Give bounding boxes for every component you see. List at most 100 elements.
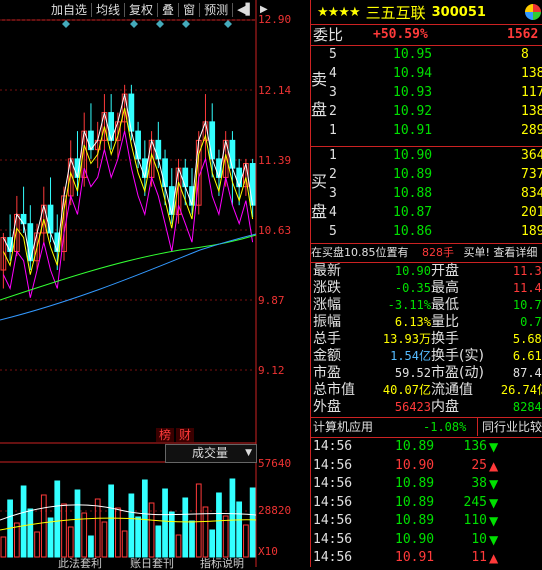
- candle-body: [20, 213, 27, 225]
- quote-value: 0.78: [520, 315, 542, 329]
- finance-tag[interactable]: 财: [176, 428, 195, 442]
- quote-value: 26.74亿: [500, 383, 542, 397]
- level-index: 3: [329, 85, 337, 100]
- tick-volume: 110: [463, 513, 487, 528]
- volume-bar: [162, 488, 168, 558]
- buy-level-row[interactable]: 5 10.86 189: [311, 223, 542, 241]
- volume-bar: [0, 536, 7, 558]
- adjust-button[interactable]: 复权: [126, 0, 156, 20]
- tick-row: 14:56 10.90 25 ▲: [311, 457, 542, 475]
- arrow-down-icon: ▼: [489, 440, 499, 454]
- divider: [124, 3, 126, 17]
- buy-level-row[interactable]: 3 10.88 834: [311, 185, 542, 203]
- bottom-tab[interactable]: 指标说明: [200, 558, 244, 569]
- quote-value: 11.40: [512, 281, 542, 295]
- tick-volume: 11: [471, 550, 487, 565]
- notice-link[interactable]: 买单! 查看详细: [464, 246, 538, 259]
- ma-button[interactable]: 均线: [93, 0, 123, 20]
- moving-average-line: [0, 233, 257, 321]
- level-price: 10.92: [393, 104, 433, 119]
- volume-bar: [20, 485, 27, 558]
- tick-row: 14:56 10.91 11 ▲: [311, 549, 542, 567]
- buy-level-row[interactable]: 2 10.89 737: [311, 166, 542, 184]
- tick-time: 14:56: [313, 494, 353, 510]
- buy-level-row[interactable]: 4 10.87 201: [311, 204, 542, 222]
- moving-average-line: [2, 93, 254, 261]
- candle-body: [47, 204, 54, 234]
- sell-level-row[interactable]: 1 10.91 289: [311, 122, 542, 140]
- tick-price: 10.89: [395, 439, 435, 454]
- price-axis-label: 9.87: [258, 294, 285, 307]
- tick-volume: 245: [463, 494, 487, 510]
- big-order-notice[interactable]: 在买盘10.85位置有 828手 买单! 查看详细: [311, 244, 537, 262]
- level-price: 10.91: [393, 123, 433, 138]
- sector-name: 计算机应用: [313, 420, 374, 434]
- stock-header: ★★★★ 三五互联 300051: [311, 0, 542, 25]
- tick-time: 14:56: [313, 439, 353, 454]
- quote-panel: ★★★★ 三五互联 300051 委比 +50.59% 1562 5 10.95 8…: [310, 0, 542, 567]
- arrow-down-icon: ▼: [489, 495, 499, 510]
- volume-bar: [135, 516, 141, 558]
- sell-level-row[interactable]: 2 10.92 138: [311, 103, 542, 121]
- sector-change: -1.08%: [423, 420, 467, 434]
- quote-label: 换手: [431, 331, 459, 347]
- sell-level-row[interactable]: 4 10.94 138: [311, 65, 542, 83]
- level-index: 2: [329, 104, 337, 119]
- bottom-tab[interactable]: 账日套刊: [130, 558, 174, 569]
- level-volume: 189: [521, 224, 542, 239]
- arrow-down-icon: ▼: [489, 532, 499, 547]
- candle-body: [209, 121, 216, 160]
- buy-level-row[interactable]: 1 10.90 364: [311, 147, 542, 165]
- add-watchlist-button[interactable]: 加自选: [48, 0, 90, 20]
- overlay-button[interactable]: 叠: [159, 0, 177, 20]
- ranking-tag[interactable]: 榜: [156, 428, 175, 442]
- quote-value: 10.90: [394, 264, 431, 278]
- arrow-up-icon: ▲: [489, 551, 499, 565]
- candle-body: [135, 130, 141, 160]
- level-price: 10.90: [393, 148, 433, 163]
- candle-body: [128, 93, 135, 132]
- quote-label: 涨跌: [313, 280, 341, 296]
- candle-body: [162, 158, 168, 188]
- volume-bar: [108, 484, 115, 558]
- industry-compare-button[interactable]: 同行业比较: [477, 418, 542, 436]
- sell-level-row[interactable]: 3 10.93 117: [311, 84, 542, 102]
- kline-chart-area[interactable]: 加自选 均线 复权 叠 窗 预测 ◀▌ ▶ 12.90 12.14 11.39 …: [0, 0, 310, 569]
- volume-bar: [216, 492, 222, 558]
- level-price: 10.95: [393, 47, 433, 62]
- volume-bar: [141, 479, 148, 558]
- indicator-select[interactable]: 成交量 ▼: [165, 444, 257, 463]
- tick-volume: 25: [471, 457, 487, 473]
- arrow-down-icon: ▼: [489, 477, 499, 491]
- quote-row: 振幅 6.13%量比 0.78: [311, 314, 542, 332]
- quote-value: 6.61%: [512, 349, 542, 363]
- level-volume: 138: [521, 104, 542, 119]
- weibi-diff: 1562: [507, 27, 539, 42]
- volume-bar: [27, 508, 34, 558]
- level-price: 10.86: [393, 224, 433, 239]
- tick-row: 14:56 10.89 245 ▼: [311, 494, 542, 512]
- quote-label: 金额: [313, 348, 341, 364]
- volume-bar: [34, 531, 40, 558]
- window-button[interactable]: 窗: [180, 0, 198, 20]
- forecast-button[interactable]: 预测: [201, 0, 231, 20]
- candle-body: [249, 163, 256, 206]
- level-volume: 201: [521, 205, 542, 220]
- tick-volume: 10: [471, 531, 487, 547]
- level-volume: 138: [521, 66, 542, 81]
- weibi-row: 委比 +50.59% 1562: [311, 26, 542, 44]
- tick-time: 14:56: [313, 531, 353, 547]
- price-axis-label: 9.12: [258, 364, 285, 377]
- sell-level-row[interactable]: 5 10.95 8: [311, 46, 542, 64]
- tick-time: 14:56: [313, 550, 353, 565]
- moving-average-line: [2, 130, 254, 298]
- quote-value: 5.68%: [512, 332, 542, 346]
- draw-line-icon[interactable]: ◀▌: [234, 0, 257, 20]
- tick-price: 10.89: [395, 513, 435, 528]
- app-logo-icon[interactable]: [525, 4, 541, 20]
- candle-body: [229, 139, 236, 169]
- quote-label: 总手: [313, 331, 341, 347]
- sector-row[interactable]: 计算机应用 -1.08% 同行业比较: [311, 418, 542, 436]
- quote-row: 总手 13.93万换手 5.68%: [311, 331, 542, 349]
- bottom-tab[interactable]: 此法套利: [58, 558, 102, 569]
